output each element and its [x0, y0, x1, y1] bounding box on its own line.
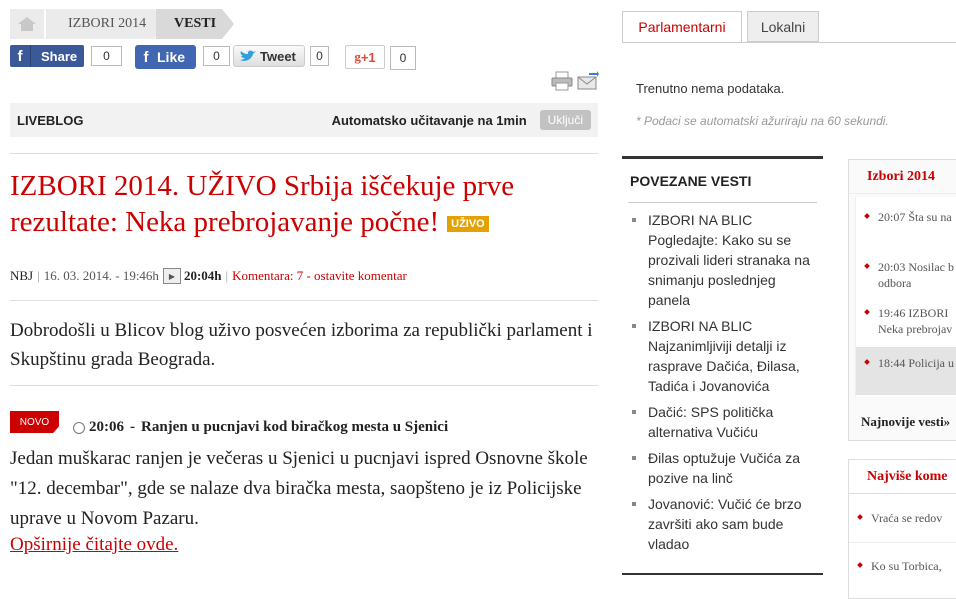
liveblog-bar: LIVEBLOG Automatsko učitavanje na 1min U…: [10, 103, 598, 137]
latest-news-link[interactable]: Najnovije vesti»: [861, 414, 950, 430]
related-item[interactable]: Dačić: SPS politička alternativa Vučiću: [630, 402, 818, 442]
no-data-message: Trenutno nema podataka.: [636, 81, 785, 96]
related-list: IZBORI NA BLIC Pogledajte: Kako su se pr…: [630, 210, 818, 560]
tweet-label: Tweet: [260, 48, 296, 64]
related-title: POVEZANE VESTI: [630, 173, 752, 189]
entry-dash: -: [130, 419, 135, 435]
twitter-bird-icon: [240, 50, 256, 61]
breadcrumb-home[interactable]: [10, 9, 44, 39]
news-box-title: Izbori 2014: [849, 160, 956, 194]
share-label: Share: [41, 48, 78, 64]
bullet-icon: [864, 309, 870, 315]
bullet-icon: [864, 263, 870, 269]
divider: [10, 300, 598, 301]
breadcrumb-arrow: [222, 9, 234, 39]
comments-item[interactable]: Vraća se redov: [849, 510, 956, 526]
like-label: Like: [157, 49, 186, 65]
comments-item[interactable]: Ko su Torbica,: [849, 558, 956, 574]
auto-update-note: * Podaci se automatski ažuriraju na 60 s…: [636, 114, 889, 128]
gplus-button[interactable]: g +1: [345, 45, 385, 69]
article-intro: Dobrodošli u Blicov blog uživo posvećen …: [10, 320, 593, 370]
related-top-border: [622, 156, 823, 159]
related-item[interactable]: IZBORI NA BLIC Pogledajte: Kako su se pr…: [630, 210, 818, 310]
tab-lokalni[interactable]: Lokalni: [747, 11, 819, 42]
breadcrumb-item-izbori[interactable]: IZBORI 2014: [46, 9, 166, 39]
news-item[interactable]: 19:46 IZBORI Neka prebrojav: [856, 305, 956, 337]
facebook-like-button[interactable]: f Like: [135, 45, 196, 69]
news-item[interactable]: 20:07 Šta su na: [856, 209, 956, 225]
play-icon[interactable]: ▶: [162, 268, 181, 284]
entry-body: Jedan muškarac ranjen je večeras u Sjeni…: [10, 448, 588, 529]
clock-icon: [73, 421, 85, 434]
tweet-button[interactable]: Tweet: [233, 45, 305, 67]
separator: |: [225, 268, 229, 283]
email-button[interactable]: [577, 71, 599, 95]
like-count: 0: [203, 46, 230, 66]
updated-time: 20:04h: [183, 268, 222, 283]
home-icon: [18, 17, 36, 31]
facebook-icon: f: [143, 48, 149, 66]
email-icon: [577, 71, 599, 90]
publish-date: 16. 03. 2014. - 19:46h: [43, 268, 159, 283]
facebook-share-button[interactable]: f Share: [10, 45, 84, 67]
auto-refresh-label: Automatsko učitavanje na 1min: [331, 112, 527, 128]
bullet-icon: [864, 213, 870, 219]
news-box-list: 20:07 Šta su na 20:03 Nosilac b odbora 1…: [855, 197, 956, 397]
entry-title: Ranjen u pucnjavi kod biračkog mesta u S…: [141, 419, 449, 435]
related-item[interactable]: Jovanović: Vučić će brzo završiti ako sa…: [630, 494, 818, 554]
author: NBJ: [10, 268, 34, 283]
print-button[interactable]: [551, 71, 573, 95]
page-title: IZBORI 2014. UŽIVO Srbija iščekuje prve …: [10, 168, 590, 240]
related-item[interactable]: Đilas optužuje Vučića za pozive na linč: [630, 448, 818, 488]
bullet-icon: [857, 514, 863, 520]
news-item[interactable]: 18:44 Policija u: [856, 347, 956, 395]
live-badge: UŽIVO: [447, 216, 489, 233]
comments-link[interactable]: Komentara: 7 - ostavite komentar: [232, 268, 407, 284]
divider: [10, 385, 598, 386]
liveblog-label: LIVEBLOG: [17, 112, 84, 128]
separator: |: [37, 268, 40, 283]
divider: [10, 153, 598, 154]
divider: [849, 542, 956, 543]
article-meta: NBJ | 16. 03. 2014. - 19:46h ▶ 20:04h | …: [10, 268, 407, 284]
tab-underline: [622, 42, 956, 43]
breadcrumb-label: IZBORI 2014: [68, 16, 147, 31]
new-badge: NOVO: [10, 411, 59, 433]
entry-time: 20:06: [89, 419, 124, 435]
news-item[interactable]: 20:03 Nosilac b odbora: [856, 259, 956, 291]
bullet-icon: [857, 562, 863, 568]
tweet-count: 0: [310, 46, 329, 66]
tab-parlamentarni[interactable]: Parlamentarni: [622, 11, 742, 42]
comments-box: Najviše kome Vraća se redov Ko su Torbic…: [848, 459, 956, 599]
divider: [628, 202, 817, 203]
comments-box-title: Najviše kome: [849, 460, 956, 494]
related-item[interactable]: IZBORI NA BLIC Najzanimljiviji detalji i…: [630, 316, 818, 396]
auto-refresh-toggle[interactable]: Uključi: [539, 110, 591, 130]
related-bottom-border: [622, 573, 823, 575]
bullet-icon: [864, 359, 870, 365]
read-more-link[interactable]: Opširnije čitajte ovde.: [10, 534, 178, 556]
gplus-label: +1: [360, 49, 376, 65]
breadcrumb-label: VESTI: [174, 16, 217, 31]
share-count: 0: [91, 46, 122, 66]
entry-header: 20:06 - Ranjen u pucnjavi kod biračkog m…: [73, 419, 448, 436]
headline-text: IZBORI 2014. UŽIVO Srbija iščekuje prve …: [10, 170, 515, 238]
news-box: Izbori 2014 20:07 Šta su na 20:03 Nosila…: [848, 159, 956, 441]
gplus-count: 0: [390, 46, 416, 70]
print-icon: [551, 71, 573, 91]
facebook-icon: f: [10, 45, 31, 67]
breadcrumb-item-vesti[interactable]: VESTI: [156, 9, 234, 39]
